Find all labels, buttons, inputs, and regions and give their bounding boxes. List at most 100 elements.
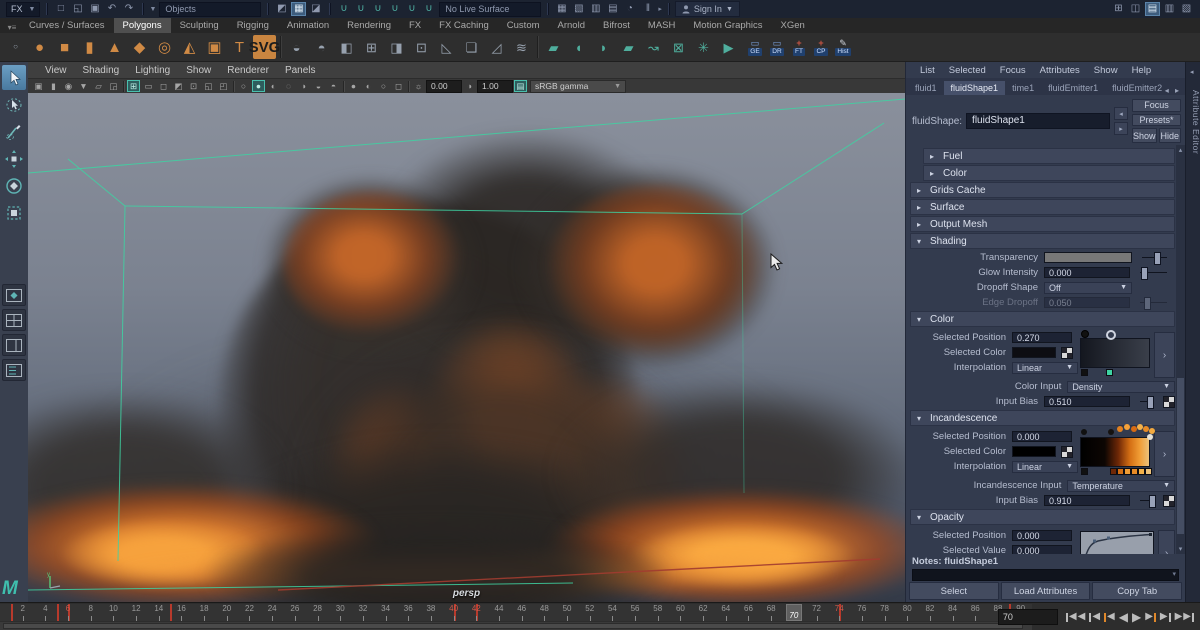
go-to-end-button[interactable]: ▶▶	[1175, 610, 1194, 625]
paint-select-tool[interactable]	[2, 119, 26, 144]
ramp-marker-selected[interactable]	[1106, 330, 1116, 340]
color-ramp-widget[interactable]	[1080, 329, 1150, 378]
menu-selected[interactable]: Selected	[943, 65, 992, 76]
shelf-menu-icon[interactable]: ▾≡	[4, 21, 20, 33]
split-pane-layout-button[interactable]	[2, 334, 26, 356]
open-scene-icon[interactable]: ◱	[70, 2, 85, 16]
shelf-tab-bifrost[interactable]: Bifrost	[594, 18, 639, 33]
ramp-marker[interactable]	[1138, 468, 1145, 475]
extrude-cube-icon[interactable]: ▰	[617, 35, 640, 59]
output-connection-icon[interactable]: ▸	[1114, 122, 1128, 135]
quad-draw-icon[interactable]: ❏	[460, 35, 483, 59]
show-button[interactable]: Show	[1132, 128, 1157, 143]
save-scene-icon[interactable]: ▣	[87, 2, 102, 16]
select-objects-icon[interactable]: ▦	[291, 2, 306, 16]
node-tab-fluid1[interactable]: fluid1	[908, 81, 944, 95]
selected-value-field[interactable]: 0.000	[1012, 545, 1072, 554]
polygon-torus-icon[interactable]: ◎	[153, 35, 176, 59]
lasso-select-tool[interactable]	[2, 92, 26, 117]
target-weld-icon[interactable]: ⊠	[667, 35, 690, 59]
menuset-dropdown[interactable]: FX ▼	[6, 2, 40, 17]
texture-map-icon[interactable]	[1061, 347, 1073, 359]
workspace-icon[interactable]: ⊞	[1111, 2, 1126, 16]
lock-camera-icon[interactable]: ▮	[47, 80, 60, 92]
section-surface[interactable]: ▸Surface	[910, 199, 1175, 215]
ramp-marker[interactable]	[1081, 330, 1089, 338]
isolate-select-icon[interactable]: ◻	[392, 80, 405, 92]
play-blast-icon[interactable]: ▶	[717, 35, 740, 59]
hide-button[interactable]: Hide	[1159, 128, 1181, 143]
notes-field[interactable]: ▾	[912, 569, 1179, 581]
crease-icon[interactable]: ◺	[435, 35, 458, 59]
shelf-tab-rendering[interactable]: Rendering	[338, 18, 400, 33]
shelf-tab-sculpting[interactable]: Sculpting	[171, 18, 228, 33]
shelf-tab-mash[interactable]: MASH	[639, 18, 684, 33]
timeline-ruler[interactable]: 2468101214161820222426283032343638404244…	[0, 604, 1032, 621]
outliner-toggle-icon[interactable]: ▤	[1145, 2, 1160, 16]
xray-icon[interactable]: ○	[377, 80, 390, 92]
node-tab-time1[interactable]: time1	[1005, 81, 1041, 95]
menu-shading[interactable]: Shading	[76, 65, 127, 76]
exposure-icon[interactable]: ☼	[412, 80, 425, 92]
ramp-marker[interactable]	[1145, 468, 1152, 475]
ramp-marker[interactable]	[1117, 468, 1124, 475]
selected-position-field[interactable]: 0.000	[1012, 431, 1072, 442]
resolution-gate-icon[interactable]: ◻	[157, 80, 170, 92]
section-incandescence[interactable]: ▾ Incandescence	[910, 410, 1175, 426]
field-chart-icon[interactable]: ⊡	[187, 80, 200, 92]
incandescence-ramp-widget[interactable]	[1080, 428, 1150, 477]
separate-icon[interactable]: ◓	[310, 35, 333, 59]
bridge-icon[interactable]: ◗	[592, 35, 615, 59]
shaded-icon[interactable]: ●	[252, 80, 265, 92]
viewport-render[interactable]: y persp	[28, 93, 905, 602]
glow-intensity-field[interactable]: 0.000	[1044, 267, 1130, 278]
step-forward-key-button[interactable]: ▶	[1145, 610, 1156, 625]
selected-color-swatch[interactable]	[1012, 446, 1056, 457]
shelf-options-icon[interactable]: ○	[4, 35, 27, 59]
safe-title-icon[interactable]: ◰	[217, 80, 230, 92]
panel-layout-icon[interactable]: ◫	[1128, 2, 1143, 16]
four-pane-layout-button[interactable]	[2, 309, 26, 331]
section-output-mesh[interactable]: ▸Output Mesh	[910, 216, 1175, 232]
snap-view-plane-icon[interactable]: ∪	[404, 2, 419, 16]
node-tab-fluidemitter2[interactable]: fluidEmitter2	[1105, 81, 1163, 95]
color-management-icon[interactable]: ▤	[514, 80, 527, 92]
menu-help[interactable]: Help	[1126, 65, 1158, 76]
edge-dropoff-field[interactable]: 0.050	[1044, 297, 1130, 308]
live-surface-field[interactable]: No Live Surface	[439, 2, 541, 17]
current-frame-indicator[interactable]: 70	[786, 604, 802, 621]
menu-focus[interactable]: Focus	[994, 65, 1032, 76]
dropoff-shape-dropdown[interactable]: Off ▼	[1044, 282, 1132, 294]
ramp-marker[interactable]	[1108, 429, 1114, 435]
symmetry-icon[interactable]: ✳	[692, 35, 715, 59]
launch-render-view-icon[interactable]: ◔	[622, 2, 637, 16]
play-forwards-button[interactable]: ▶	[1132, 610, 1141, 625]
transparency-swatch[interactable]	[1044, 252, 1132, 263]
incandescence-input-dropdown[interactable]: Temperature ▼	[1067, 480, 1175, 492]
vertical-scrollbar[interactable]: ▴ ▾	[1176, 145, 1185, 554]
section-fuel[interactable]: ▸Fuel	[923, 148, 1175, 164]
incandescence-ramp-gradient[interactable]	[1080, 437, 1150, 467]
lights-icon[interactable]: ●	[347, 80, 360, 92]
image-plane-icon[interactable]: ▱	[92, 80, 105, 92]
render-current-frame-icon[interactable]: ▦	[554, 2, 569, 16]
go-to-start-button[interactable]: ◀◀	[1066, 610, 1085, 625]
edge-dropoff-slider[interactable]	[1140, 297, 1167, 308]
section-shading[interactable]: ▾ Shading	[910, 233, 1175, 249]
shelf-tab-arnold[interactable]: Arnold	[549, 18, 594, 33]
current-frame-field[interactable]: 70	[998, 609, 1058, 625]
channel-box-toggle-icon[interactable]: ▥	[1162, 2, 1177, 16]
ipr-render-icon[interactable]: ▧	[571, 2, 586, 16]
undo-icon[interactable]: ↶	[104, 2, 119, 16]
textured-icon[interactable]: ◐	[267, 80, 280, 92]
ao-icon[interactable]: ◒	[312, 80, 325, 92]
node-name-field[interactable]: fluidShape1	[966, 113, 1110, 129]
scroll-down-icon[interactable]: ▾	[1176, 545, 1185, 553]
film-gate-icon[interactable]: ▭	[142, 80, 155, 92]
expand-ramp-button[interactable]: ›	[1154, 431, 1175, 477]
load-attributes-button[interactable]: Load Attributes	[1001, 582, 1091, 600]
transparency-slider[interactable]	[1142, 252, 1167, 263]
polygon-cube-icon[interactable]: ■	[53, 35, 76, 59]
ramp-marker[interactable]	[1110, 468, 1117, 475]
section-grids-cache[interactable]: ▸Grids Cache	[910, 182, 1175, 198]
